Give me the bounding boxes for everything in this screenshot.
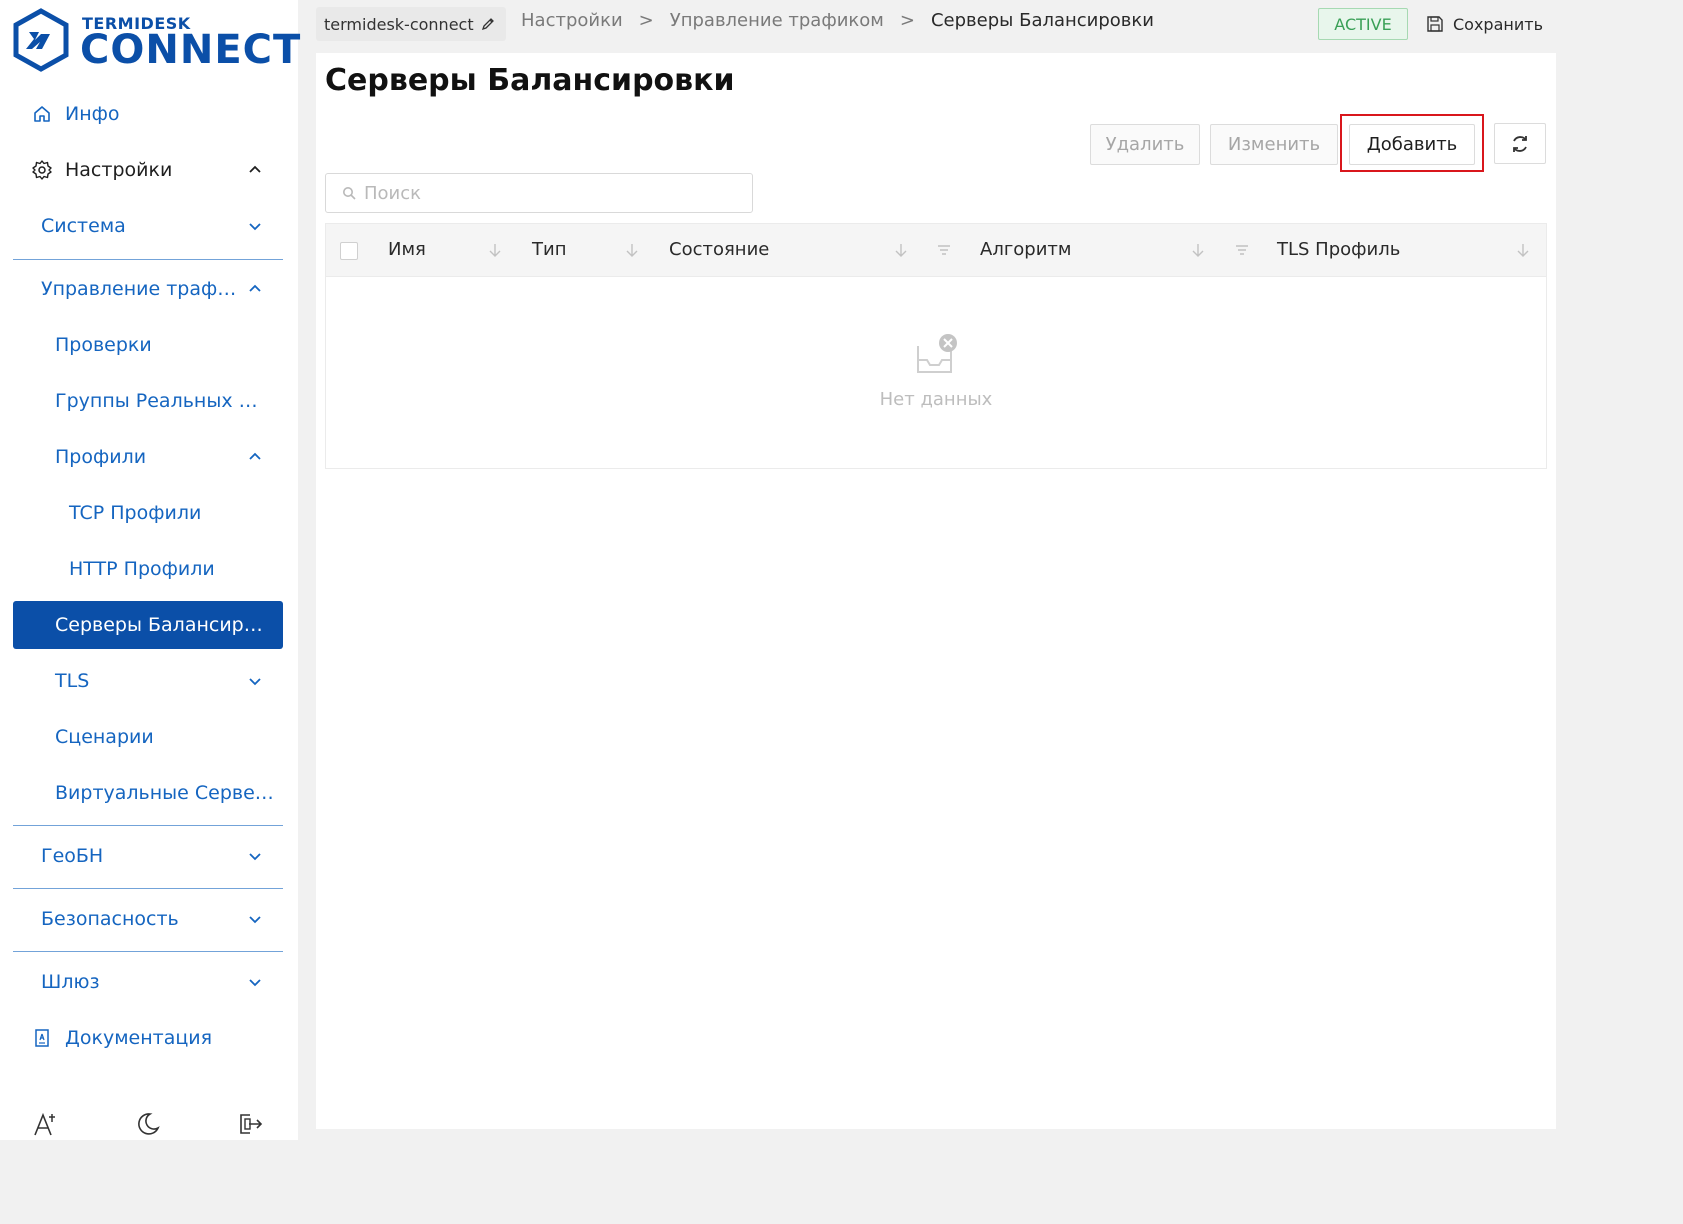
sidebar-item-label: Группы Реальных Серверов — [55, 390, 268, 412]
sidebar-item-label: Шлюз — [41, 971, 100, 993]
logo[interactable]: TERMIDESK CONNECT — [12, 8, 300, 72]
sidebar-item-traffic-management[interactable]: Управление трафиком — [13, 265, 283, 313]
chevron-up-icon — [249, 452, 261, 460]
book-icon — [31, 1027, 53, 1049]
save-label: Сохранить — [1453, 14, 1543, 34]
sidebar-item-real-server-groups[interactable]: Группы Реальных Серверов — [13, 377, 283, 425]
column-header-name[interactable]: Имя — [388, 239, 426, 260]
sidebar-item-profiles[interactable]: Профили — [13, 433, 283, 481]
sidebar-item-checks[interactable]: Проверки — [13, 321, 283, 369]
sort-arrow-icon[interactable] — [1516, 242, 1530, 258]
divider — [13, 888, 283, 889]
chevron-down-icon — [249, 678, 261, 686]
chevron-down-icon — [249, 853, 261, 861]
divider — [13, 825, 283, 826]
filter-icon[interactable] — [1235, 243, 1249, 257]
divider — [13, 259, 283, 260]
breadcrumb-item-current: Серверы Балансировки — [930, 10, 1154, 31]
sidebar-footer — [0, 1104, 298, 1140]
sidebar-item-label: Система — [41, 215, 126, 237]
filter-icon[interactable] — [937, 243, 951, 257]
logout-icon[interactable] — [236, 1110, 264, 1138]
logo-hexagon-icon — [13, 8, 69, 72]
sidebar-item-documentation[interactable]: Документация — [13, 1014, 283, 1062]
sidebar-item-label: Виртуальные Серверы — [55, 782, 275, 804]
sort-arrow-icon[interactable] — [488, 242, 502, 258]
sort-arrow-icon[interactable] — [894, 242, 908, 258]
sidebar-item-label: HTTP Профили — [69, 558, 215, 580]
highlight-frame — [1340, 114, 1484, 172]
chevron-up-icon — [249, 165, 261, 173]
sidebar-item-tls[interactable]: TLS — [13, 657, 283, 705]
breadcrumb-separator: > — [899, 10, 915, 31]
sidebar-item-geobn[interactable]: ГеоБН — [13, 832, 283, 880]
page-title: Серверы Балансировки — [325, 63, 735, 98]
search-input[interactable] — [364, 182, 724, 204]
sidebar-item-balancing-servers[interactable]: Серверы Балансировки — [13, 601, 283, 649]
breadcrumb: Настройки > Управление трафиком > Сервер… — [521, 10, 1154, 31]
topbar: termidesk-connect Настройки > Управление… — [316, 0, 1556, 46]
logo-text-big: CONNECT — [80, 27, 302, 73]
sidebar-item-label: Профили — [55, 446, 147, 468]
sidebar-item-label: Настройки — [65, 159, 173, 181]
sidebar-item-label: Безопасность — [41, 908, 179, 930]
sidebar-item-label: Инфо — [65, 103, 120, 125]
sidebar-item-virtual-servers[interactable]: Виртуальные Серверы — [13, 769, 283, 817]
column-header-state[interactable]: Состояние — [669, 239, 769, 260]
sidebar-item-settings[interactable]: Настройки — [13, 146, 283, 194]
breadcrumb-item-settings[interactable]: Настройки — [521, 10, 623, 31]
font-size-icon[interactable] — [32, 1110, 60, 1138]
project-chip[interactable]: termidesk-connect — [316, 7, 506, 41]
search-icon — [343, 187, 356, 200]
sidebar-item-info[interactable]: Инфо — [13, 90, 283, 138]
chevron-down-icon — [249, 979, 261, 987]
home-icon — [31, 103, 53, 125]
search-field[interactable] — [325, 173, 753, 213]
select-all-checkbox[interactable] — [340, 242, 358, 260]
chevron-down-icon — [249, 916, 261, 924]
sidebar-item-label: Документация — [65, 1027, 213, 1049]
sort-arrow-icon[interactable] — [1191, 242, 1205, 258]
sidebar-item-label: TLS — [55, 670, 90, 692]
column-header-type[interactable]: Тип — [532, 239, 566, 260]
edit-button[interactable]: Изменить — [1210, 124, 1338, 165]
sidebar-item-security[interactable]: Безопасность — [13, 895, 283, 943]
sidebar-item-label: Проверки — [55, 334, 152, 356]
pencil-icon[interactable] — [480, 16, 496, 32]
table-header: Имя Тип Состояние Алгоритм TLS Профиль — [326, 224, 1546, 277]
refresh-button[interactable] — [1494, 123, 1546, 164]
column-header-tls-profile[interactable]: TLS Профиль — [1277, 239, 1400, 260]
sidebar: TERMIDESK CONNECT Инфо Настройки Система… — [0, 0, 300, 1140]
status-badge: ACTIVE — [1318, 8, 1408, 40]
sidebar-item-label: TCP Профили — [69, 502, 202, 524]
save-icon — [1427, 16, 1443, 32]
empty-inbox-icon — [917, 334, 957, 373]
sidebar-item-label: Сценарии — [55, 726, 154, 748]
sidebar-item-scenarios[interactable]: Сценарии — [13, 713, 283, 761]
sidebar-item-label: ГеоБН — [41, 845, 104, 867]
delete-button[interactable]: Удалить — [1090, 124, 1200, 165]
moon-icon[interactable] — [134, 1110, 162, 1138]
breadcrumb-item-traffic[interactable]: Управление трафиком — [670, 10, 884, 31]
sidebar-item-label: Управление трафиком — [41, 278, 238, 300]
column-header-algorithm[interactable]: Алгоритм — [980, 239, 1071, 260]
refresh-icon — [1513, 135, 1527, 152]
sort-arrow-icon[interactable] — [625, 242, 639, 258]
sidebar-item-tcp-profiles[interactable]: TCP Профили — [13, 489, 283, 537]
divider — [13, 951, 283, 952]
sidebar-item-gateway[interactable]: Шлюз — [13, 958, 283, 1006]
empty-state: Нет данных — [326, 277, 1546, 467]
gear-icon — [31, 159, 53, 181]
sidebar-item-http-profiles[interactable]: HTTP Профили — [13, 545, 283, 593]
project-name: termidesk-connect — [324, 14, 474, 34]
save-button[interactable]: Сохранить — [1426, 8, 1543, 40]
breadcrumb-separator: > — [638, 10, 654, 31]
sidebar-item-label: Серверы Балансировки — [55, 614, 268, 636]
chevron-down-icon — [249, 223, 261, 231]
chevron-up-icon — [249, 284, 261, 292]
main-panel: Серверы Балансировки Удалить Изменить До… — [316, 53, 1556, 1129]
empty-text: Нет данных — [879, 389, 993, 410]
data-table: Имя Тип Состояние Алгоритм TLS Профиль Н… — [325, 223, 1547, 469]
sidebar-item-system[interactable]: Система — [13, 202, 283, 250]
